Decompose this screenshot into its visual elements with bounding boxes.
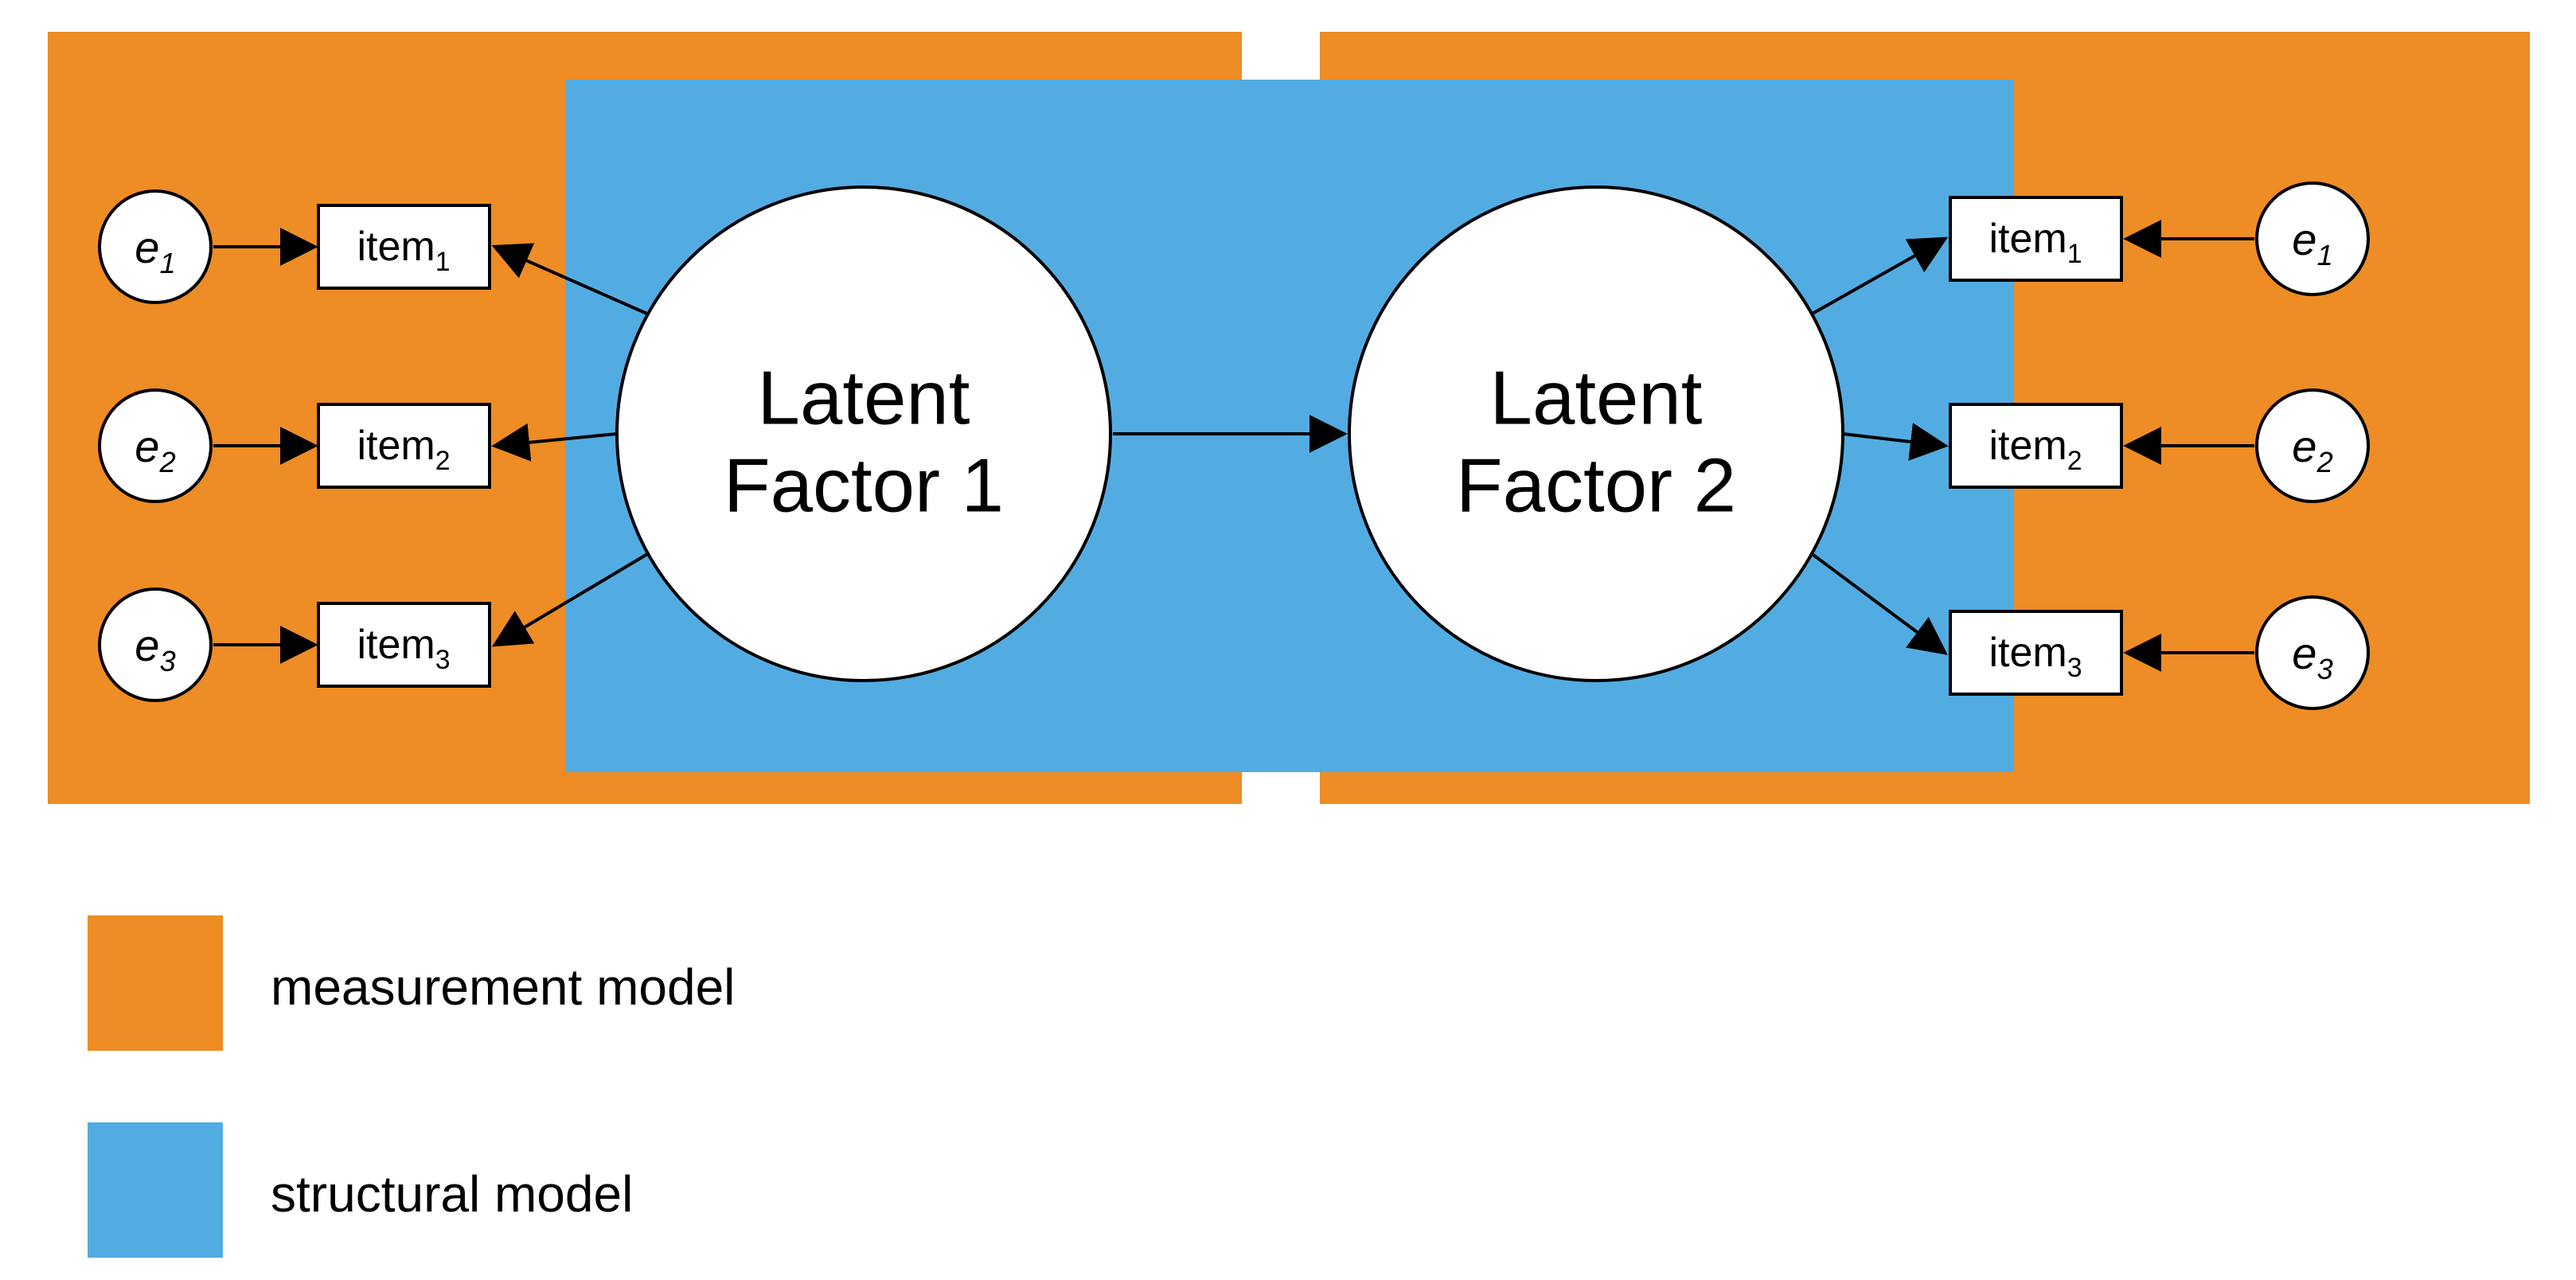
item-box-3-right: item3 <box>1950 611 2121 694</box>
error-circle-e3-left: e3 <box>100 589 211 700</box>
item-box-1-right: item1 <box>1950 197 2121 280</box>
legend-swatch-measurement <box>88 915 223 1051</box>
item-box-2-right: item2 <box>1950 404 2121 487</box>
svg-text:Factor 1: Factor 1 <box>724 443 1004 529</box>
latent-factor-2: Latent Factor 2 <box>1349 187 1843 681</box>
legend-swatch-structural <box>88 1122 223 1258</box>
error-circle-e2-right: e2 <box>2257 390 2368 501</box>
svg-text:Latent: Latent <box>1490 356 1703 441</box>
error-label: e <box>135 222 159 272</box>
svg-text:Factor 2: Factor 2 <box>1456 443 1736 529</box>
error-circle-e2-left: e2 <box>100 390 211 501</box>
svg-text:Latent: Latent <box>758 356 970 441</box>
error-circle-e3-right: e3 <box>2257 597 2368 708</box>
latent-factor-1: Latent Factor 1 <box>617 187 1110 681</box>
error-circle-e1-right: e1 <box>2257 183 2368 295</box>
legend-label-structural: structural model <box>271 1165 633 1223</box>
error-circle-e1-left: e1 <box>100 191 211 302</box>
item-box-1-left: item1 <box>318 205 490 288</box>
item-box-3-left: item3 <box>318 603 490 686</box>
legend-label-measurement: measurement model <box>271 958 735 1016</box>
sem-diagram: e1 e2 e3 item1 item2 item3 <box>0 0 2576 1280</box>
item-box-2-left: item2 <box>318 404 490 487</box>
